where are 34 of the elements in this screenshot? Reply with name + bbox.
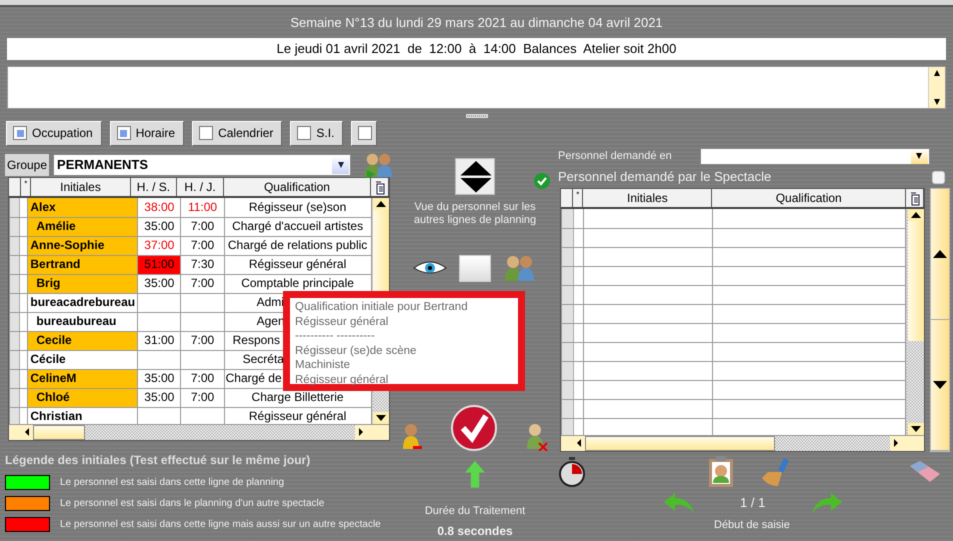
- table-cell: 35:00: [138, 388, 181, 407]
- table-cell: 31:00: [138, 331, 181, 350]
- legend-text: Le personnel est saisi dans le planning d'un autre spectacle: [60, 497, 324, 511]
- field-label: Personnel demandé en: [558, 148, 672, 164]
- table-cell: 37:00: [138, 236, 181, 255]
- table-cell: 7:00: [180, 369, 224, 388]
- page-count: 1 / 1: [740, 494, 766, 512]
- table-cell: Chargé de relations public: [224, 236, 372, 255]
- table-cell: 11:00: [180, 198, 224, 217]
- table-cell: 35:00: [138, 217, 181, 236]
- legend-text: Le personnel est saisi dans cette ligne mais aussi sur un autre spectacle: [60, 518, 381, 532]
- legend-title: Légende des initiales (Test effectué sur le même jour): [5, 452, 312, 469]
- table-cell: Régisseur (se)son: [224, 198, 372, 217]
- table-cell: 7:00: [180, 217, 224, 236]
- table-cell: 38:00: [138, 198, 181, 217]
- section-title: Personnel demandé par le Spectacle: [558, 168, 772, 186]
- table-cell: 35:00: [138, 274, 181, 293]
- duration-label: Durée du Traitement: [424, 504, 526, 518]
- table-cell: 7:30: [180, 255, 224, 274]
- legend-text: Le personnel est saisi dans cette ligne de planning: [60, 476, 284, 490]
- duration-value: 0.8 secondes: [437, 523, 513, 540]
- view-caption: Vue du personnel sur les autres lignes de planning: [412, 201, 538, 227]
- pager-caption: Début de saisie: [714, 518, 791, 533]
- table-cell: 7:00: [180, 274, 224, 293]
- table-cell: Chargé d'accueil artistes: [224, 217, 372, 236]
- table-cell: 7:00: [180, 331, 224, 350]
- table-cell: 7:00: [180, 388, 224, 407]
- table-cell: Régisseur général: [224, 255, 372, 274]
- group-label: Groupe: [5, 154, 50, 176]
- table-cell: 7:00: [180, 236, 224, 255]
- group-value: PERMANENTS: [57, 156, 148, 174]
- table-cell: 35:00: [138, 369, 181, 388]
- table-cell: 51:00: [138, 255, 181, 274]
- week-title: Semaine N°13 du lundi 29 mars 2021 au dimanche 04 avril 2021: [289, 14, 664, 32]
